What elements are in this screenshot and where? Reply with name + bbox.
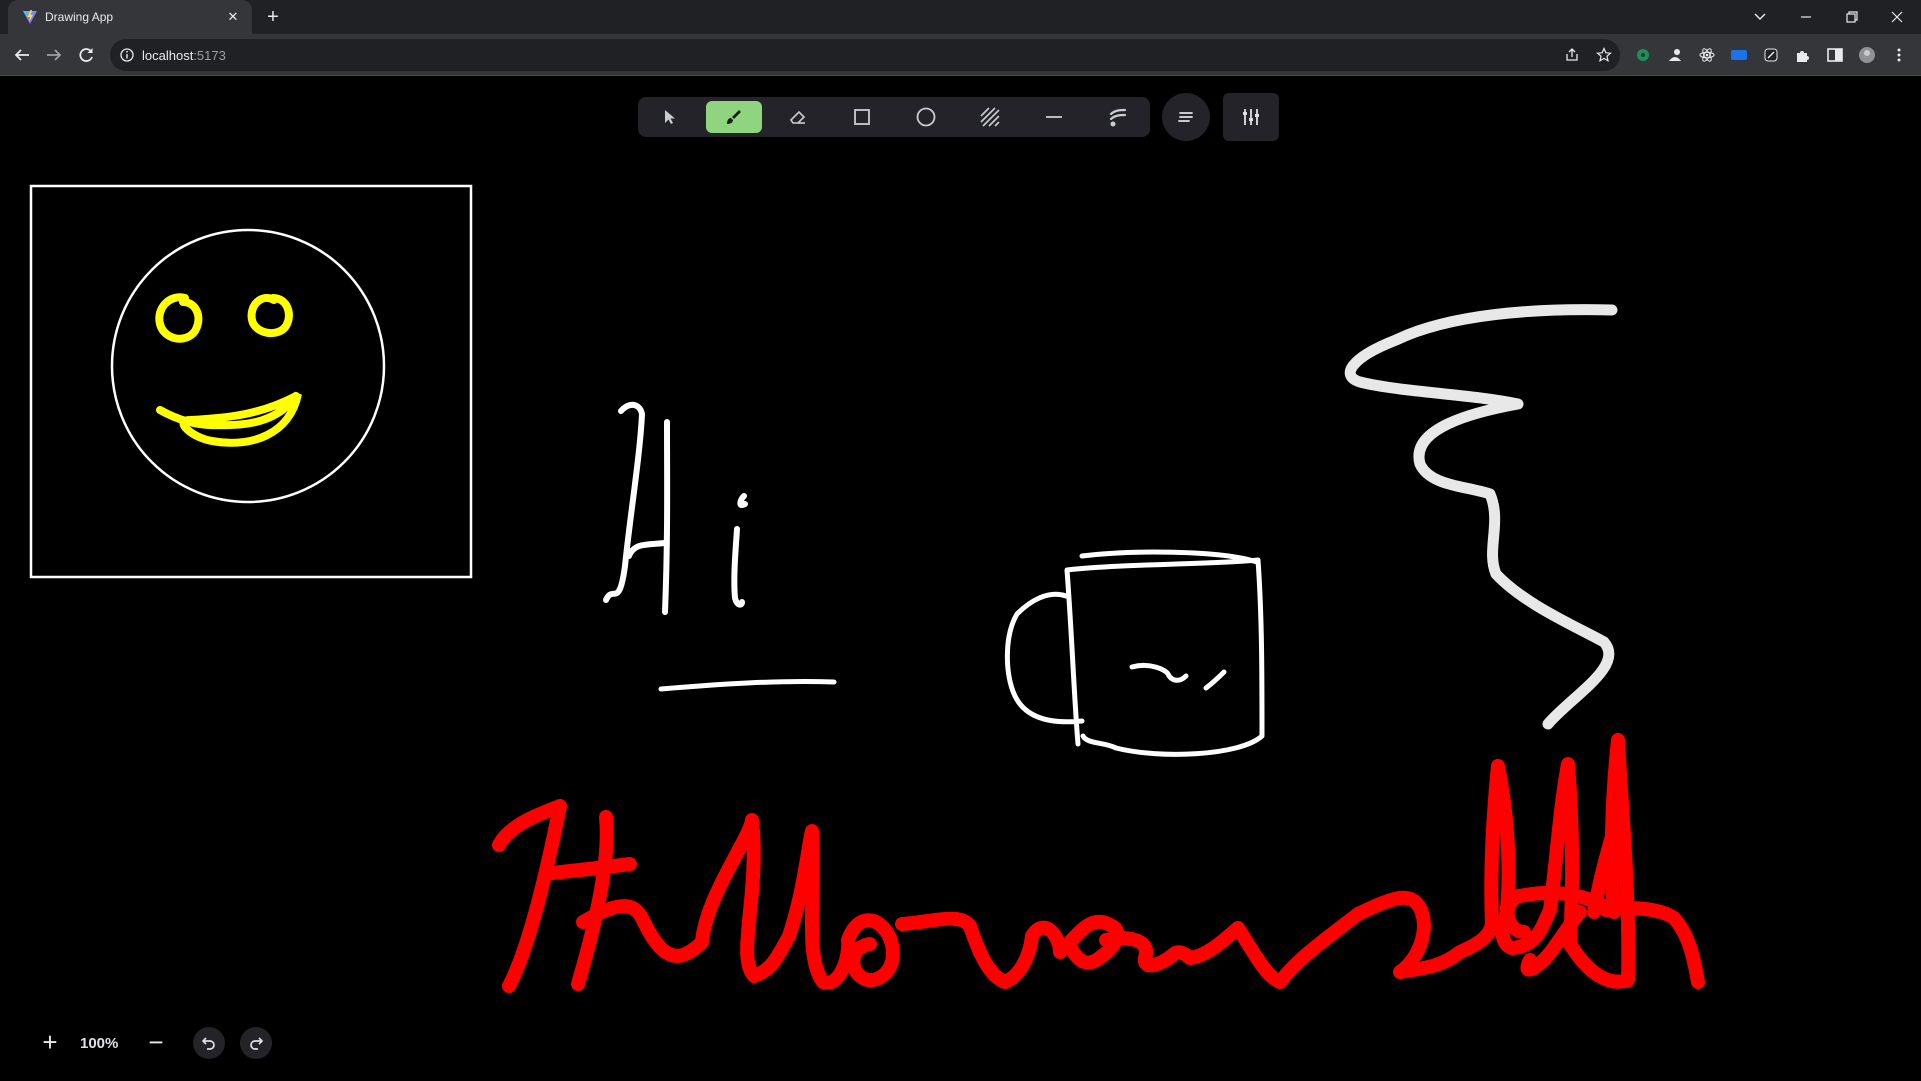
back-icon[interactable] <box>10 43 34 67</box>
browser-tab[interactable]: Drawing App ✕ <box>8 0 252 34</box>
reload-icon[interactable] <box>74 43 98 67</box>
side-panel-icon[interactable] <box>1826 46 1844 64</box>
hatch-icon <box>980 107 1000 127</box>
close-window-icon[interactable] <box>1883 5 1911 29</box>
tab-search-icon[interactable] <box>1746 5 1774 29</box>
tool-eraser[interactable] <box>770 101 826 133</box>
extensions-puzzle-icon[interactable] <box>1794 46 1812 64</box>
zoom-out-button[interactable]: − <box>142 1028 170 1056</box>
settings-button[interactable] <box>1223 93 1279 141</box>
zoom-in-button[interactable]: + <box>36 1028 64 1056</box>
forward-icon[interactable] <box>42 43 66 67</box>
tool-fill[interactable] <box>962 101 1018 133</box>
stroke-icon <box>1109 108 1127 127</box>
profile-avatar-icon[interactable] <box>1858 46 1876 64</box>
drawn-hi-h <box>603 401 671 615</box>
extension-figure-icon[interactable] <box>1666 46 1684 64</box>
bookmark-star-icon[interactable] <box>1596 47 1612 63</box>
circle-icon <box>916 107 936 127</box>
chrome-menu-icon[interactable] <box>1890 46 1908 64</box>
browser-toolbar: localhost:5173 <box>0 34 1921 76</box>
drawn-smile <box>156 391 302 447</box>
drawn-hi-i <box>731 493 748 608</box>
zip-extension-icon[interactable] <box>1730 46 1748 64</box>
sliders-icon <box>1243 109 1259 125</box>
drawn-right-eye <box>247 294 293 338</box>
close-tab-icon[interactable]: ✕ <box>224 8 242 26</box>
tool-line[interactable] <box>1026 101 1082 133</box>
minimize-icon[interactable] <box>1792 5 1820 29</box>
text-options-button[interactable] <box>1162 93 1210 141</box>
address-bar[interactable]: localhost:5173 <box>110 39 1620 71</box>
share-icon[interactable] <box>1564 47 1580 63</box>
drawn-squiggle <box>1344 304 1618 730</box>
drawn-mug <box>1004 549 1265 757</box>
tool-select[interactable] <box>642 101 698 133</box>
drawn-rectangle <box>29 184 473 579</box>
eraser-icon <box>789 110 806 124</box>
react-devtools-icon[interactable] <box>1698 46 1716 64</box>
redo-icon <box>250 1037 263 1050</box>
brush-icon <box>727 110 741 124</box>
text-lines-icon <box>1178 112 1193 122</box>
tool-palette <box>638 97 1150 137</box>
line-icon <box>1046 116 1062 118</box>
tool-rectangle[interactable] <box>834 101 890 133</box>
drawn-underline <box>658 678 837 692</box>
tab-title: Drawing App <box>45 10 114 24</box>
new-tab-button[interactable]: + <box>262 6 284 28</box>
tool-ellipse[interactable] <box>898 101 954 133</box>
zoom-level: 100% <box>80 1035 119 1052</box>
restore-icon[interactable] <box>1838 5 1866 29</box>
tool-stroke[interactable] <box>1090 101 1146 133</box>
cursor-icon <box>665 110 675 124</box>
canvas-drawing[interactable] <box>0 76 1921 1081</box>
site-info-icon[interactable] <box>119 47 135 63</box>
tool-brush[interactable] <box>706 101 762 133</box>
vite-logo-icon <box>23 10 37 24</box>
browser-titlebar: Drawing App ✕ + <box>0 0 1921 34</box>
drawing-canvas[interactable]: + 100% − <box>0 76 1921 1081</box>
url-text[interactable]: localhost:5173 <box>142 48 226 63</box>
drawn-circle <box>110 228 386 504</box>
extension-mono-icon[interactable] <box>1762 46 1780 64</box>
undo-icon <box>202 1037 215 1050</box>
drawn-left-eye <box>155 293 203 343</box>
square-icon <box>854 109 870 125</box>
undo-button[interactable] <box>193 1027 225 1059</box>
drawn-hello-world <box>492 733 1705 993</box>
extension-green-icon[interactable] <box>1634 46 1652 64</box>
redo-button[interactable] <box>240 1027 272 1059</box>
